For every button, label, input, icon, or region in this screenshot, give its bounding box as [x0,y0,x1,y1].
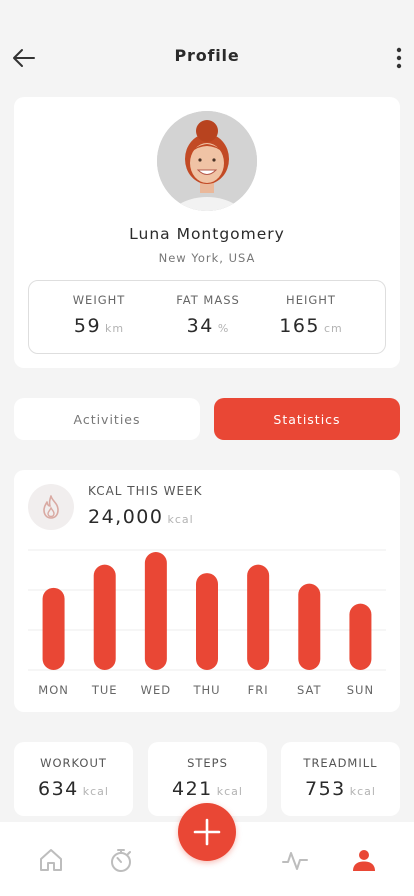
chart-day-label: SUN [347,683,374,697]
chart-day-label: FRI [248,683,269,697]
summary-value: 753 [305,778,346,800]
metric-label: WEIGHT [72,293,126,307]
kcal-bar-chart: MON TUE WED THU FRI SAT SUN [28,549,386,697]
chart-day-label: SAT [297,683,322,697]
summary-label: STEPS [187,756,228,770]
chart-bar-thu[interactable] [196,573,218,670]
chart-bar-sun[interactable] [349,603,372,670]
activity-icon[interactable] [281,846,309,874]
metric-unit: km [105,322,125,335]
home-icon[interactable] [37,846,65,874]
summary-unit: kcal [216,785,243,798]
chart-day-label: MON [38,683,69,697]
chart-bar-mon[interactable] [42,587,65,670]
body-metrics: WEIGHT 59 km FAT MASS 34% HEIGHT 165 cm [28,280,386,354]
chart-day-label: TUE [91,683,118,697]
user-location: New York, USA [158,251,256,265]
metric-unit: cm [324,322,343,335]
metric-weight: WEIGHT 59 km [39,293,159,337]
metric-fat-mass: FAT MASS 34% [148,293,268,337]
metric-value: 59 [73,315,102,337]
profile-icon[interactable] [350,846,378,874]
metric-value: 34 [186,315,214,337]
tab-activities[interactable]: Activities [14,398,200,440]
chart-bar-fri[interactable] [247,564,270,670]
metric-height: HEIGHT 165 cm [251,293,371,337]
metric-unit: % [217,322,230,335]
plus-icon [193,818,221,846]
header: Profile [0,0,414,110]
summary-value: 421 [172,778,213,800]
add-button[interactable] [178,803,236,861]
chart-day-label: WED [141,683,172,697]
chart-bar-wed[interactable] [144,552,167,670]
summary-unit: kcal [82,785,109,798]
chart-day-label: THU [192,683,220,697]
summary-treadmill[interactable]: TREADMILL 753 kcal [281,742,400,816]
avatar[interactable] [157,111,257,211]
user-name: Luna Montgomery [129,225,285,243]
chart-bar-sat[interactable] [298,583,321,670]
metric-label: HEIGHT [286,293,336,307]
kcal-chart-card: KCAL THIS WEEK 24,000 kcal MON TUE WED THU FR… [14,470,400,712]
more-vertical-icon[interactable] [392,44,406,72]
summary-unit: kcal [349,785,376,798]
summary-label: WORKOUT [40,756,107,770]
summary-workout[interactable]: WORKOUT 634 kcal [14,742,133,816]
stopwatch-icon[interactable] [107,846,135,874]
metric-value: 165 [279,315,320,337]
summary-label: TREADMILL [303,756,378,770]
metric-label: FAT MASS [176,293,240,307]
page-title: Profile [174,46,240,65]
profile-card: Luna Montgomery New York, USA WEIGHT 59 k… [14,97,400,368]
chart-bar-tue[interactable] [93,564,116,670]
tab-statistics[interactable]: Statistics [214,398,400,440]
summary-value: 634 [38,778,79,800]
